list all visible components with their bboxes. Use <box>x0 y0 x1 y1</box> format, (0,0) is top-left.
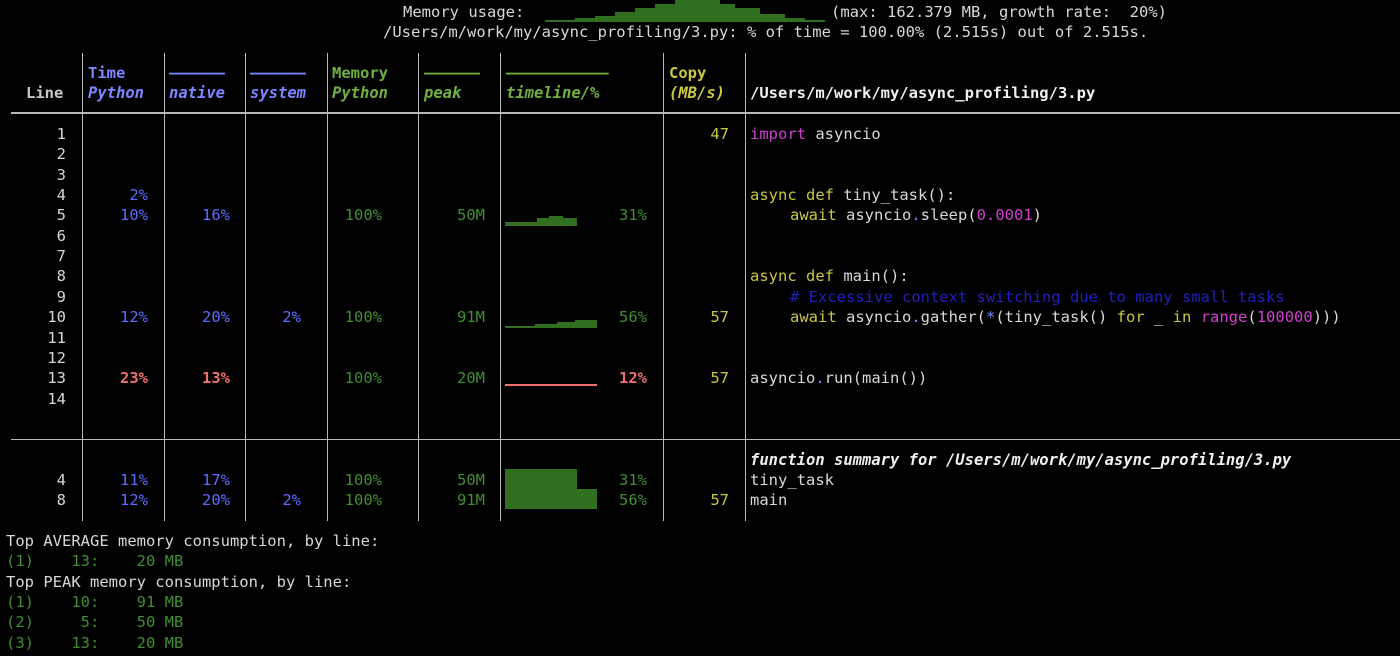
row-timeline-percent: 56% <box>619 308 647 327</box>
col-native-top: –––––– <box>169 64 225 82</box>
row-time-native: 20% <box>202 308 230 327</box>
row-memory-peak: 50M <box>457 206 485 225</box>
row-line-number: 9 <box>56 287 66 306</box>
code-line-10: await asyncio.gather(*(tiny_task() for _… <box>790 308 1341 326</box>
row-line-number: 6 <box>56 226 66 245</box>
summary-function-name: main <box>750 491 788 510</box>
row-line-number: 2 <box>56 145 66 164</box>
col-divider <box>164 53 165 521</box>
col-time-top: Time <box>88 64 126 82</box>
row-line-number: 4 <box>56 186 66 205</box>
row-copy: 47 <box>710 125 729 143</box>
row-memory-python: 100% <box>344 308 382 327</box>
row-time-python: 10% <box>120 206 148 225</box>
summary-timeline-percent: 56% <box>619 491 647 510</box>
file-summary: /Users/m/work/my/async_profiling/3.py: %… <box>383 23 1149 41</box>
summary-time-native: 17% <box>202 471 230 489</box>
memory-stats: (max: 162.379 MB, growth rate: 20%) <box>831 3 1167 21</box>
row-timeline-percent: 31% <box>619 206 647 225</box>
memory-usage-sparkline <box>545 0 825 22</box>
row-line-number: 3 <box>56 165 66 184</box>
avg-memory-title: Top AVERAGE memory consumption, by line: <box>6 532 380 550</box>
summary-timeline-tiny-task <box>505 469 577 489</box>
row-line-number: 13 <box>47 369 66 388</box>
col-time-python: Python <box>88 84 144 102</box>
col-file: /Users/m/work/my/async_profiling/3.py <box>750 84 1096 102</box>
summary-memory-python: 100% <box>344 471 382 489</box>
row-line-number: 11 <box>47 328 66 347</box>
summary-line-number: 4 <box>56 471 66 489</box>
summary-line-number: 8 <box>56 491 66 510</box>
summary-time-python: 11% <box>120 471 148 489</box>
row-memory-python: 100% <box>344 206 382 225</box>
header-divider <box>11 112 1400 114</box>
row-time-native: 13% <box>202 369 230 388</box>
row-timeline-percent: 12% <box>619 369 647 388</box>
col-native: native <box>169 84 225 102</box>
col-system: system <box>250 84 306 102</box>
row-time-python: 2% <box>129 186 148 205</box>
code-line-5: await asyncio.sleep(0.0001) <box>790 206 1043 224</box>
summary-memory-peak: 91M <box>457 491 485 510</box>
peak-memory-item: (1) 10: 91 MB <box>6 593 184 611</box>
code-line-8: async def main(): <box>750 267 909 285</box>
col-divider <box>82 53 83 521</box>
col-copy: (MB/s) <box>669 84 725 102</box>
summary-copy: 57 <box>710 491 729 510</box>
row-copy: 57 <box>710 369 729 388</box>
summary-time-system: 2% <box>282 491 301 510</box>
row-line-number: 1 <box>56 125 66 143</box>
row-line-number: 12 <box>47 348 66 367</box>
col-memory-top: Memory <box>332 64 388 82</box>
timeline-line-13 <box>505 384 597 386</box>
peak-memory-item: (2) 5: 50 MB <box>6 613 184 631</box>
summary-time-python: 12% <box>120 491 148 510</box>
col-timeline-top: ––––––––––– <box>506 64 609 82</box>
summary-timeline-percent: 31% <box>619 471 647 489</box>
row-copy: 57 <box>710 308 729 327</box>
col-divider <box>500 53 501 521</box>
col-copy-top: Copy <box>669 64 707 82</box>
row-time-native: 16% <box>202 206 230 225</box>
summary-timeline-main <box>505 489 597 509</box>
col-divider <box>745 53 746 521</box>
timeline-line-10 <box>505 320 597 328</box>
row-time-python: 23% <box>120 369 148 388</box>
code-line-13: asyncio.run(main()) <box>750 369 928 387</box>
row-memory-peak: 20M <box>457 369 485 388</box>
col-line: Line <box>26 84 64 102</box>
code-line-1: import asyncio <box>750 125 881 143</box>
code-line-4: async def tiny_task(): <box>750 186 956 204</box>
row-line-number: 10 <box>47 308 66 327</box>
col-system-top: –––––– <box>250 64 306 82</box>
summary-memory-peak: 50M <box>457 471 485 489</box>
col-divider <box>327 53 328 521</box>
row-line-number: 5 <box>56 206 66 225</box>
function-summary-title: function summary for /Users/m/work/my/as… <box>750 451 1292 469</box>
col-memory-python: Python <box>332 84 388 102</box>
summary-divider <box>11 439 1400 440</box>
col-timeline: timeline/% <box>506 84 600 102</box>
timeline-line-5 <box>505 216 577 226</box>
memory-usage-label: Memory usage: <box>403 3 525 21</box>
peak-memory-title: Top PEAK memory consumption, by line: <box>6 573 352 591</box>
summary-memory-python: 100% <box>344 491 382 510</box>
col-peak-top: –––––– <box>424 64 480 82</box>
col-divider <box>245 53 246 521</box>
row-time-system: 2% <box>282 308 301 327</box>
row-line-number: 7 <box>56 247 66 266</box>
peak-memory-item: (3) 13: 20 MB <box>6 634 184 652</box>
avg-memory-item: (1) 13: 20 MB <box>6 552 184 570</box>
code-line-9: # Excessive context switching due to man… <box>790 288 1285 306</box>
summary-function-name: tiny_task <box>750 471 834 489</box>
col-peak: peak <box>424 84 462 102</box>
row-memory-peak: 91M <box>457 308 485 327</box>
row-time-python: 12% <box>120 308 148 327</box>
row-memory-python: 100% <box>344 369 382 388</box>
row-line-number: 8 <box>56 267 66 286</box>
row-line-number: 14 <box>47 389 66 408</box>
col-divider <box>663 53 664 521</box>
summary-time-native: 20% <box>202 491 230 510</box>
col-divider <box>418 53 419 521</box>
